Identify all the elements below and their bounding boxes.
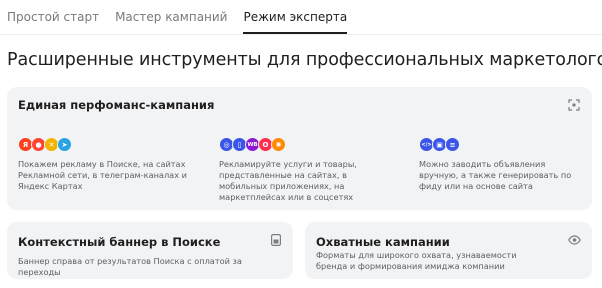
feature-1-text: Покажем рекламу в Поиске, на сайтах Рекл… (18, 159, 187, 191)
reach-campaigns-title: Охватные кампании (316, 235, 450, 249)
feature-3-text: Можно заводить объявления вручную, а так… (419, 159, 572, 191)
social-icon: ✺ (271, 137, 286, 152)
page-title: Расширенные инструменты для профессионал… (7, 50, 602, 70)
performance-card-title: Единая перфоманс-кампания (18, 98, 215, 112)
reach-campaigns-text: Форматы для широкого охвата, узнаваемост… (316, 250, 517, 271)
context-banner-title: Контекстный баннер в Поиске (18, 235, 221, 249)
tab-simple-start[interactable]: Простой старт (7, 0, 99, 34)
context-banner-card[interactable]: Контекстный баннер в Поиске Баннер справ… (7, 222, 293, 279)
tab-campaign-master[interactable]: Мастер кампаний (115, 0, 227, 34)
context-banner-text: Баннер справа от результатов Поиска с оп… (18, 256, 242, 277)
banner-icon (269, 233, 283, 247)
feature-3-icons: </> ▣ ≡ (419, 137, 460, 152)
scan-icon (567, 98, 581, 112)
list-icon: ≡ (445, 137, 460, 152)
feature-2-text: Рекламируйте услуги и товары, представле… (219, 159, 357, 202)
feature-2-icons: ◎ ▯ WB O ✺ (219, 137, 286, 152)
performance-campaign-card[interactable]: Единая перфоманс-кампания Я ● ✕ ➤ Покаже… (7, 87, 592, 210)
reach-campaigns-card[interactable]: Охватные кампании Форматы для широкого о… (305, 222, 592, 279)
eye-icon (567, 233, 581, 247)
tab-expert-mode[interactable]: Режим эксперта (243, 0, 347, 34)
tab-bar: Простой старт Мастер кампаний Режим эксп… (7, 0, 363, 34)
feature-1-icons: Я ● ✕ ➤ (18, 137, 72, 152)
tabs-divider (0, 34, 602, 35)
telegram-icon: ➤ (57, 137, 72, 152)
